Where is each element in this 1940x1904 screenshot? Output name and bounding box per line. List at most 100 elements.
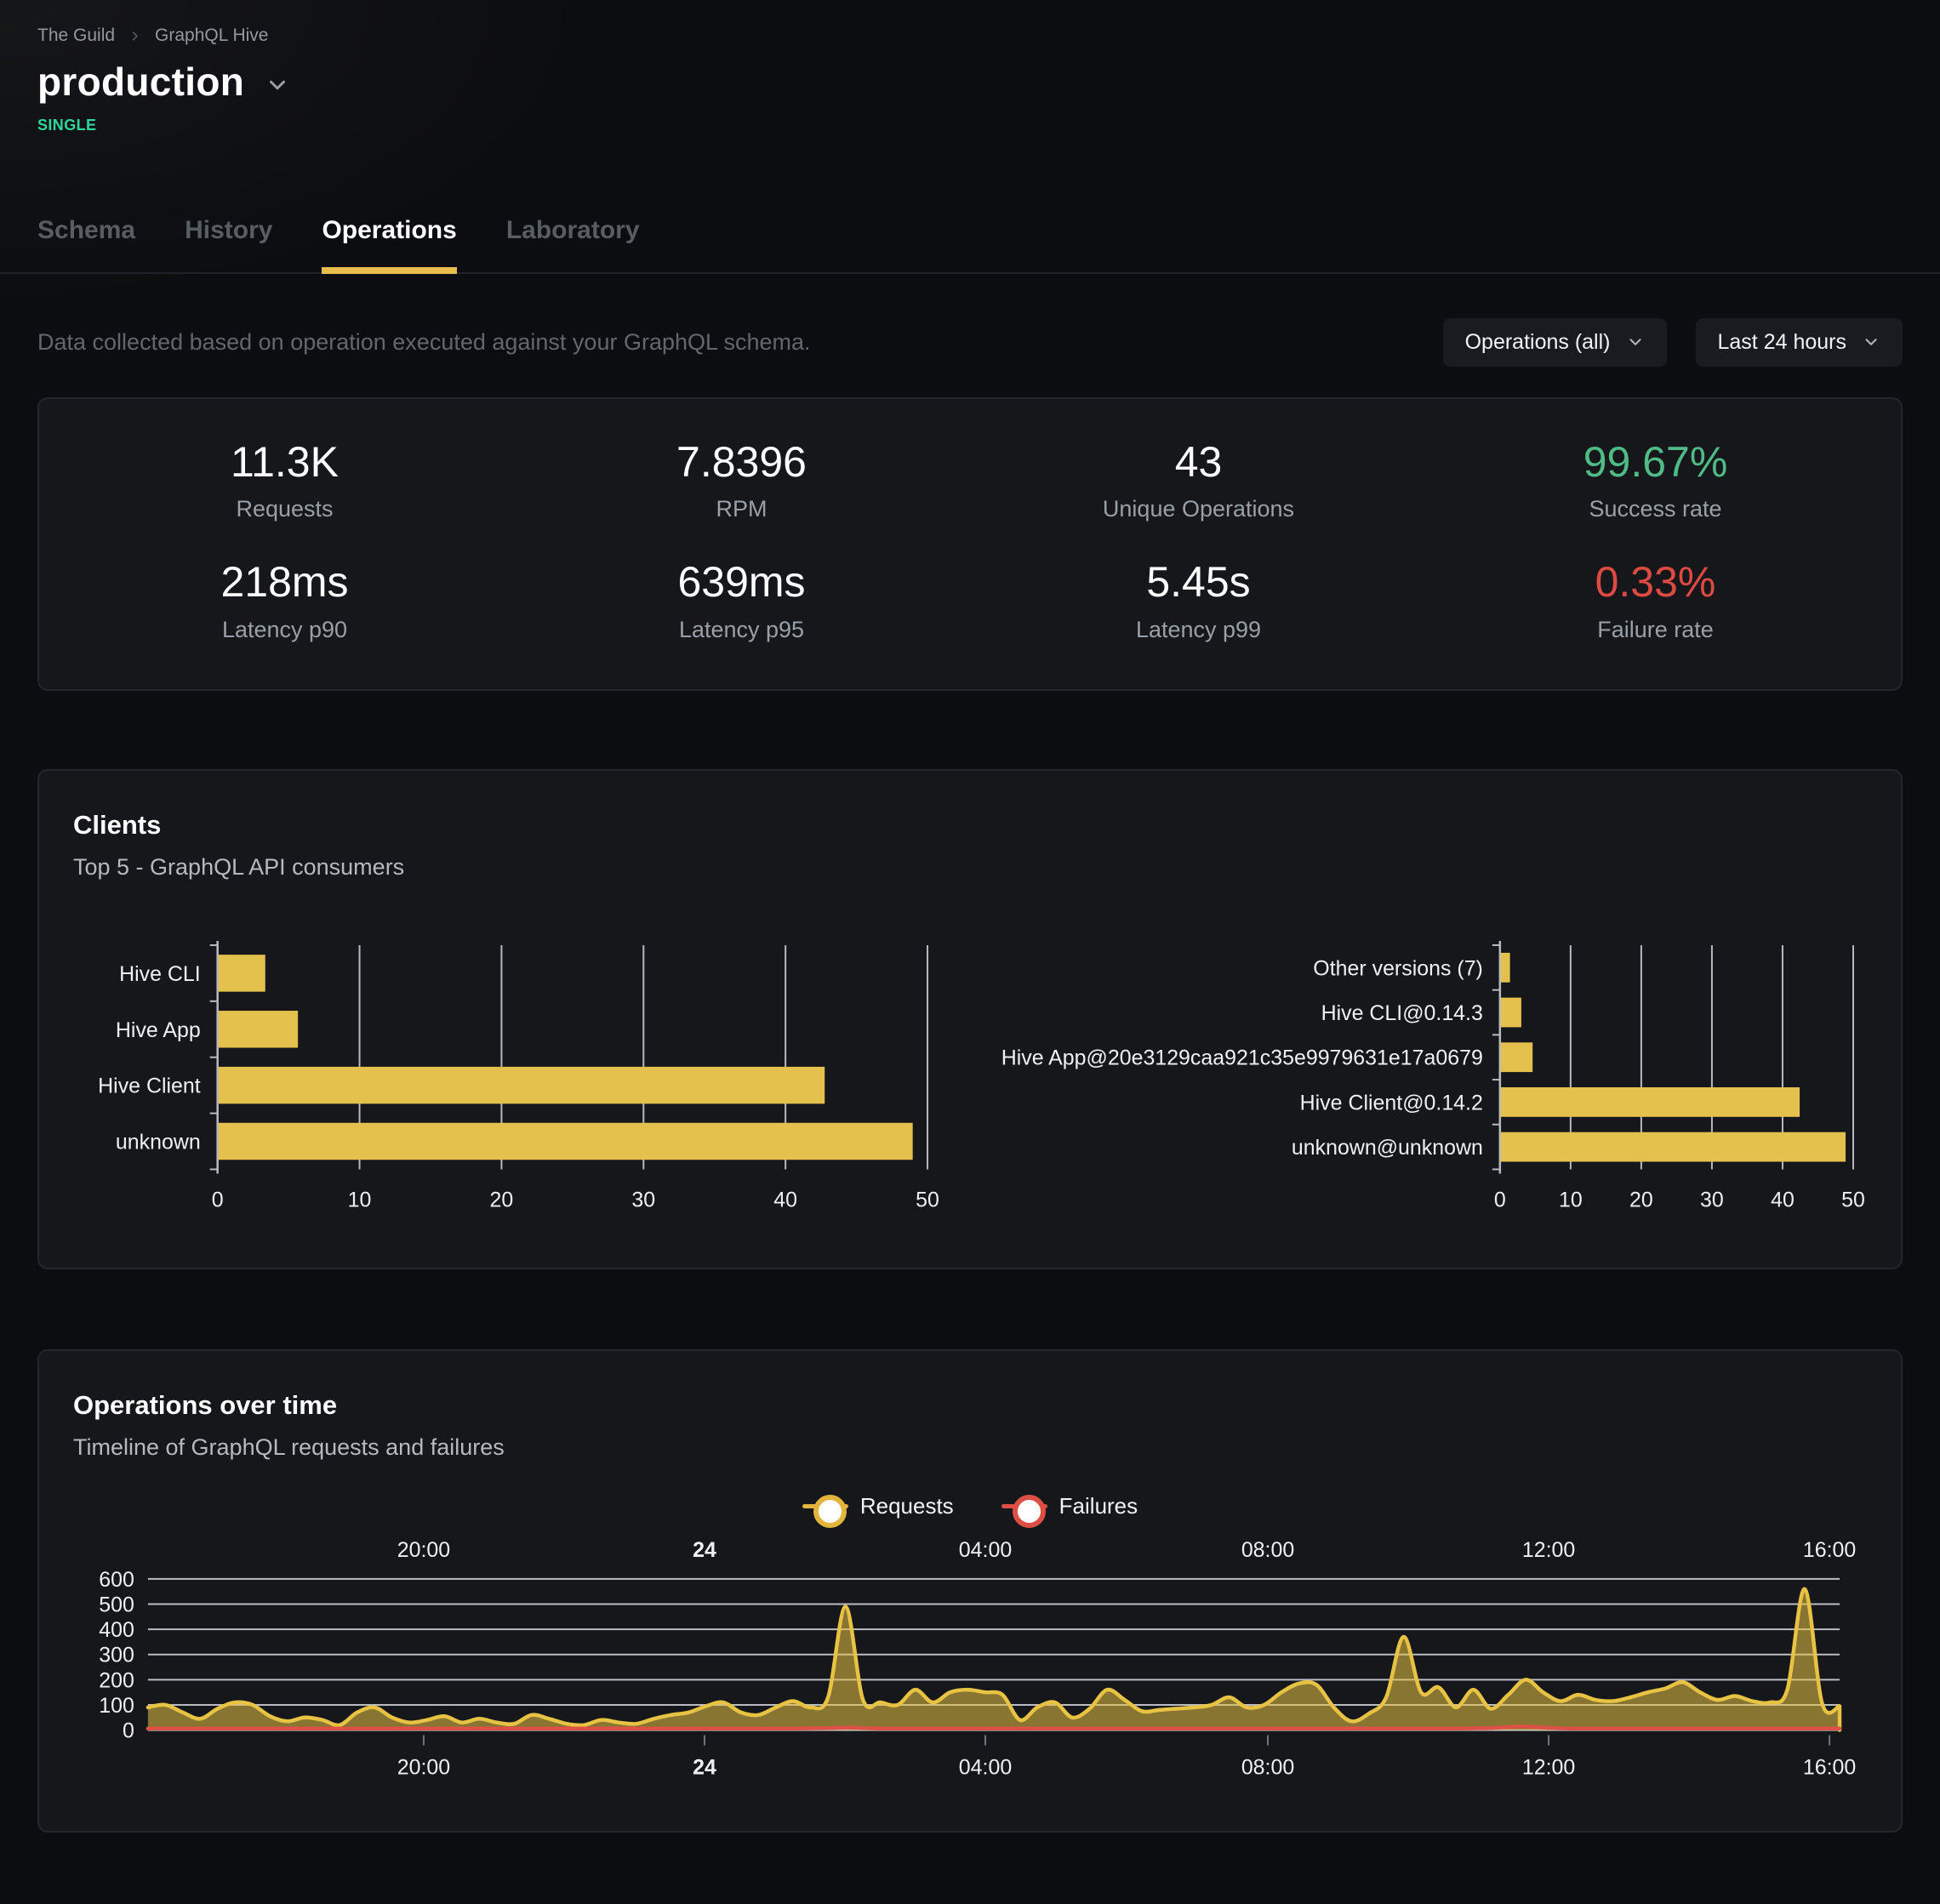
requests-series-marker-icon (802, 1495, 848, 1518)
period-filter-value: Last 24 hours (1718, 330, 1847, 355)
breadcrumb-project-link[interactable]: GraphQL Hive (155, 26, 268, 46)
stat-unique-operations: 43 Unique Operations (970, 440, 1427, 523)
svg-text:24: 24 (693, 1756, 716, 1780)
breadcrumb: The Guild GraphQL Hive (37, 26, 1903, 46)
svg-text:300: 300 (99, 1644, 134, 1667)
legend-item-requests[interactable]: Requests (802, 1493, 954, 1519)
timeline-legend: Requests Failures (73, 1493, 1867, 1519)
legend-item-failures[interactable]: Failures (1001, 1493, 1138, 1519)
operations-filter-value: Operations (all) (1465, 330, 1611, 355)
stat-value: 7.8396 (513, 440, 970, 485)
svg-text:04:00: 04:00 (959, 1538, 1012, 1562)
clients-card-subtitle: Top 5 - GraphQL API consumers (73, 854, 1867, 881)
stat-value: 218ms (56, 560, 513, 605)
filter-row: Data collected based on operation execut… (37, 318, 1903, 367)
tab-bar: Schema History Operations Laboratory (0, 216, 1940, 274)
stat-latency-p95: 639ms Latency p95 (513, 560, 970, 643)
operations-timeline-chart: 010020030040050060020:0020:00242404:0004… (73, 1538, 1867, 1793)
svg-text:100: 100 (99, 1694, 134, 1718)
failures-series-marker-icon (1001, 1495, 1047, 1518)
svg-text:Hive CLI@0.14.3: Hive CLI@0.14.3 (1321, 1001, 1483, 1025)
svg-text:10: 10 (348, 1188, 372, 1211)
stat-label: Latency p90 (56, 617, 513, 643)
svg-text:Hive Client: Hive Client (98, 1075, 201, 1098)
chevron-down-icon[interactable] (265, 72, 290, 98)
page-header: The Guild GraphQL Hive production SINGLE… (0, 0, 1940, 274)
stats-summary-card: 11.3K Requests 7.8396 RPM 43 Unique Oper… (37, 397, 1903, 691)
svg-text:600: 600 (99, 1568, 134, 1592)
svg-text:Hive CLI: Hive CLI (119, 962, 201, 986)
svg-text:40: 40 (1771, 1188, 1794, 1211)
svg-text:24: 24 (693, 1538, 716, 1562)
svg-text:08:00: 08:00 (1241, 1538, 1294, 1562)
stat-failure-rate: 0.33% Failure rate (1427, 560, 1884, 643)
chevron-right-icon (128, 30, 141, 43)
svg-text:16:00: 16:00 (1803, 1756, 1856, 1780)
timeline-card-subtitle: Timeline of GraphQL requests and failure… (73, 1434, 1867, 1461)
stat-success-rate: 99.67% Success rate (1427, 440, 1884, 523)
stat-latency-p90: 218ms Latency p90 (56, 560, 513, 643)
main-content: Data collected based on operation execut… (0, 318, 1940, 1833)
svg-text:400: 400 (99, 1618, 134, 1642)
top-clients-bar-chart: Hive CLI Hive App Hive Client unknown 0 10 20 3… (73, 935, 950, 1223)
tab-laboratory[interactable]: Laboratory (506, 216, 640, 274)
svg-text:20:00: 20:00 (397, 1538, 450, 1562)
legend-label: Failures (1059, 1493, 1138, 1519)
svg-text:unknown@unknown: unknown@unknown (1292, 1136, 1483, 1160)
svg-text:0: 0 (212, 1188, 224, 1211)
svg-text:unknown: unknown (116, 1130, 201, 1154)
svg-text:200: 200 (99, 1669, 134, 1693)
stat-value: 0.33% (1427, 560, 1884, 605)
svg-text:20:00: 20:00 (397, 1756, 450, 1780)
stat-value: 99.67% (1427, 440, 1884, 485)
stat-label: Latency p99 (970, 617, 1427, 643)
period-filter-dropdown[interactable]: Last 24 hours (1696, 318, 1903, 367)
clients-card-title: Clients (73, 810, 1867, 841)
chevron-down-icon (1626, 333, 1645, 351)
svg-text:20: 20 (490, 1188, 514, 1211)
svg-text:Other versions (7): Other versions (7) (1313, 956, 1483, 980)
svg-text:0: 0 (123, 1719, 134, 1743)
tab-history[interactable]: History (185, 216, 272, 274)
stat-value: 43 (970, 440, 1427, 485)
client-versions-bar-chart: Other versions (7) Hive CLI@0.14.3 Hive Ap… (990, 935, 1867, 1223)
chevron-down-icon (1862, 333, 1880, 351)
target-title: production (37, 60, 244, 105)
stat-requests: 11.3K Requests (56, 440, 513, 523)
tab-schema[interactable]: Schema (37, 216, 135, 274)
stat-label: Failure rate (1427, 617, 1884, 643)
svg-text:12:00: 12:00 (1522, 1538, 1575, 1562)
operations-over-time-card: Operations over time Timeline of GraphQL… (37, 1349, 1903, 1832)
stat-value: 11.3K (56, 440, 513, 485)
svg-text:Hive Client@0.14.2: Hive Client@0.14.2 (1300, 1091, 1483, 1114)
target-type-badge: SINGLE (37, 117, 1903, 134)
svg-text:16:00: 16:00 (1803, 1538, 1856, 1562)
svg-text:10: 10 (1559, 1188, 1583, 1211)
stat-value: 639ms (513, 560, 970, 605)
svg-text:20: 20 (1629, 1188, 1653, 1211)
stat-label: Unique Operations (970, 496, 1427, 522)
client-versions-bar-chart-svg: Other versions (7) Hive CLI@0.14.3 Hive Ap… (990, 935, 1867, 1223)
svg-text:Hive App: Hive App (116, 1018, 201, 1042)
breadcrumb-org-link[interactable]: The Guild (37, 26, 115, 46)
svg-text:Hive App@20e3129caa921c35e9979: Hive App@20e3129caa921c35e9979631e17a067… (1001, 1046, 1483, 1070)
svg-text:12:00: 12:00 (1522, 1756, 1575, 1780)
collection-description: Data collected based on operation execut… (37, 329, 811, 356)
svg-text:30: 30 (631, 1188, 655, 1211)
operations-filter-dropdown[interactable]: Operations (all) (1443, 318, 1667, 367)
legend-label: Requests (860, 1493, 954, 1519)
svg-text:30: 30 (1700, 1188, 1724, 1211)
svg-text:50: 50 (1841, 1188, 1865, 1211)
tab-operations[interactable]: Operations (322, 216, 456, 274)
stat-rpm: 7.8396 RPM (513, 440, 970, 523)
stat-label: RPM (513, 496, 970, 522)
clients-card: Clients Top 5 - GraphQL API consumers Hi… (37, 769, 1903, 1269)
timeline-card-title: Operations over time (73, 1390, 1867, 1421)
svg-text:40: 40 (773, 1188, 797, 1211)
stat-label: Requests (56, 496, 513, 522)
top-clients-bar-chart-svg: Hive CLI Hive App Hive Client unknown 0 10 20 3… (73, 935, 950, 1223)
svg-text:0: 0 (1494, 1188, 1506, 1211)
operations-timeline-chart-svg: 010020030040050060020:0020:00242404:0004… (73, 1538, 1867, 1793)
stat-latency-p99: 5.45s Latency p99 (970, 560, 1427, 643)
svg-text:500: 500 (99, 1593, 134, 1617)
